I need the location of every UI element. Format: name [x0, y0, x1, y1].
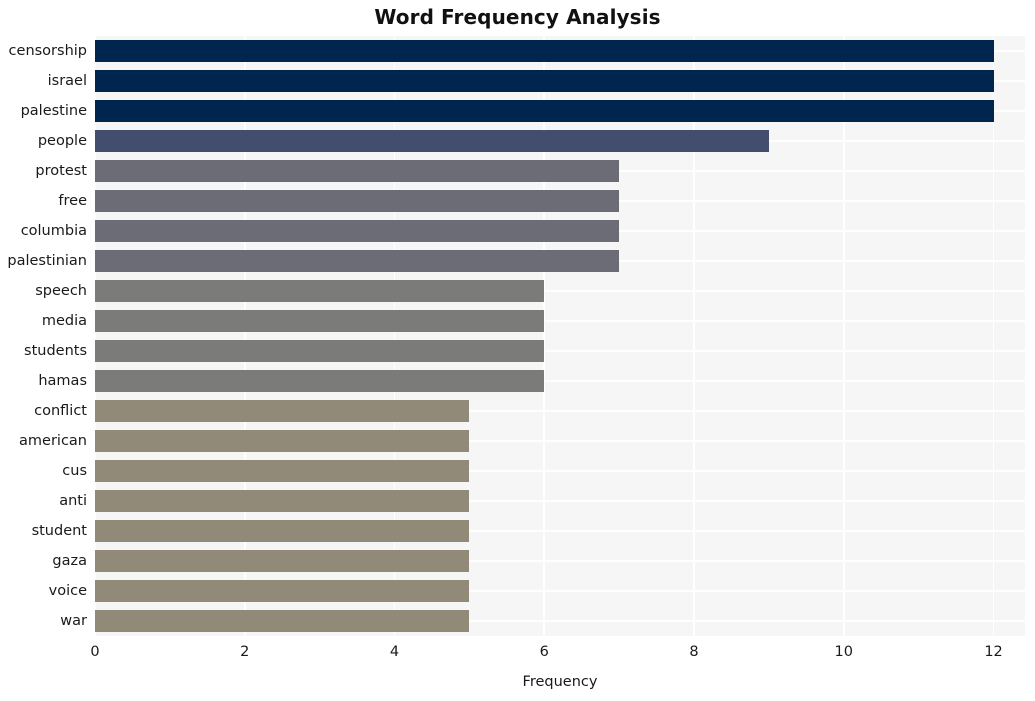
y-tick-label-censorship: censorship: [8, 43, 87, 59]
bar-voice[interactable]: [95, 579, 470, 603]
y-axis-tick-labels: censorship israel palestine people protest fr…: [0, 36, 87, 636]
bar-israel[interactable]: [95, 69, 994, 93]
x-tick-label-4: 4: [389, 644, 400, 660]
bar-cus[interactable]: [95, 459, 470, 483]
bar-students[interactable]: [95, 339, 545, 363]
bar-row: [95, 219, 1025, 243]
y-tick-label-gaza: gaza: [52, 553, 87, 569]
bar-conflict[interactable]: [95, 399, 470, 423]
bar-row: [95, 369, 1025, 393]
x-tick-label-12: 12: [984, 644, 1003, 660]
x-tick-label-10: 10: [834, 644, 854, 660]
bar-row: [95, 249, 1025, 273]
y-tick-label-cus: cus: [62, 463, 87, 479]
bar-row: [95, 39, 1025, 63]
bar-student[interactable]: [95, 519, 470, 543]
y-tick-label-media: media: [41, 313, 87, 329]
y-tick-label-hamas: hamas: [38, 373, 87, 389]
bar-speech[interactable]: [95, 279, 545, 303]
bar-anti[interactable]: [95, 489, 470, 513]
bar-gaza[interactable]: [95, 549, 470, 573]
bar-people[interactable]: [95, 129, 769, 153]
y-tick-label-voice: voice: [48, 583, 87, 599]
bar-row: [95, 609, 1025, 633]
bar-free[interactable]: [95, 189, 620, 213]
plot-area: [94, 36, 1025, 636]
bar-protest[interactable]: [95, 159, 620, 183]
bar-series: [95, 36, 1025, 636]
bar-row: [95, 429, 1025, 453]
bar-row: [95, 549, 1025, 573]
bar-media[interactable]: [95, 309, 545, 333]
bar-row: [95, 129, 1025, 153]
x-tick-label-8: 8: [689, 644, 699, 660]
bar-row: [95, 189, 1025, 213]
y-tick-label-people: people: [37, 133, 87, 149]
bar-row: [95, 69, 1025, 93]
bar-row: [95, 489, 1025, 513]
bar-row: [95, 309, 1025, 333]
bar-row: [95, 579, 1025, 603]
figure-canvas: Word Frequency Analysis censorship israel…: [0, 0, 1035, 701]
x-axis-tick-labels: 0 2 4 6 8 10 12: [90, 644, 1025, 666]
y-tick-label-students: students: [24, 343, 87, 359]
y-tick-label-american: american: [19, 433, 87, 449]
y-tick-label-palestinian: palestinian: [7, 253, 87, 269]
x-axis-label: Frequency: [522, 674, 598, 690]
y-tick-label-free: free: [58, 193, 87, 209]
bar-row: [95, 279, 1025, 303]
y-tick-label-speech: speech: [35, 283, 87, 299]
x-tick-label-6: 6: [539, 644, 549, 660]
bar-war[interactable]: [95, 609, 470, 633]
bar-hamas[interactable]: [95, 369, 545, 393]
y-tick-label-conflict: conflict: [34, 403, 87, 419]
x-tick-label-0: 0: [90, 644, 100, 660]
y-tick-label-student: student: [31, 523, 87, 539]
bar-row: [95, 339, 1025, 363]
bar-censorship[interactable]: [95, 39, 994, 63]
bar-columbia[interactable]: [95, 219, 620, 243]
x-tick-label-2: 2: [240, 644, 250, 660]
bar-palestine[interactable]: [95, 99, 994, 123]
bar-row: [95, 159, 1025, 183]
bar-row: [95, 519, 1025, 543]
bar-palestinian[interactable]: [95, 249, 620, 273]
y-tick-label-protest: protest: [35, 163, 87, 179]
y-tick-label-israel: israel: [47, 73, 87, 89]
y-tick-label-war: war: [60, 613, 87, 629]
y-tick-label-columbia: columbia: [20, 223, 87, 239]
y-tick-label-palestine: palestine: [20, 103, 87, 119]
bar-row: [95, 459, 1025, 483]
bar-american[interactable]: [95, 429, 470, 453]
page-title: Word Frequency Analysis: [374, 5, 661, 29]
bar-row: [95, 99, 1025, 123]
bar-row: [95, 399, 1025, 423]
y-tick-label-anti: anti: [59, 493, 87, 509]
